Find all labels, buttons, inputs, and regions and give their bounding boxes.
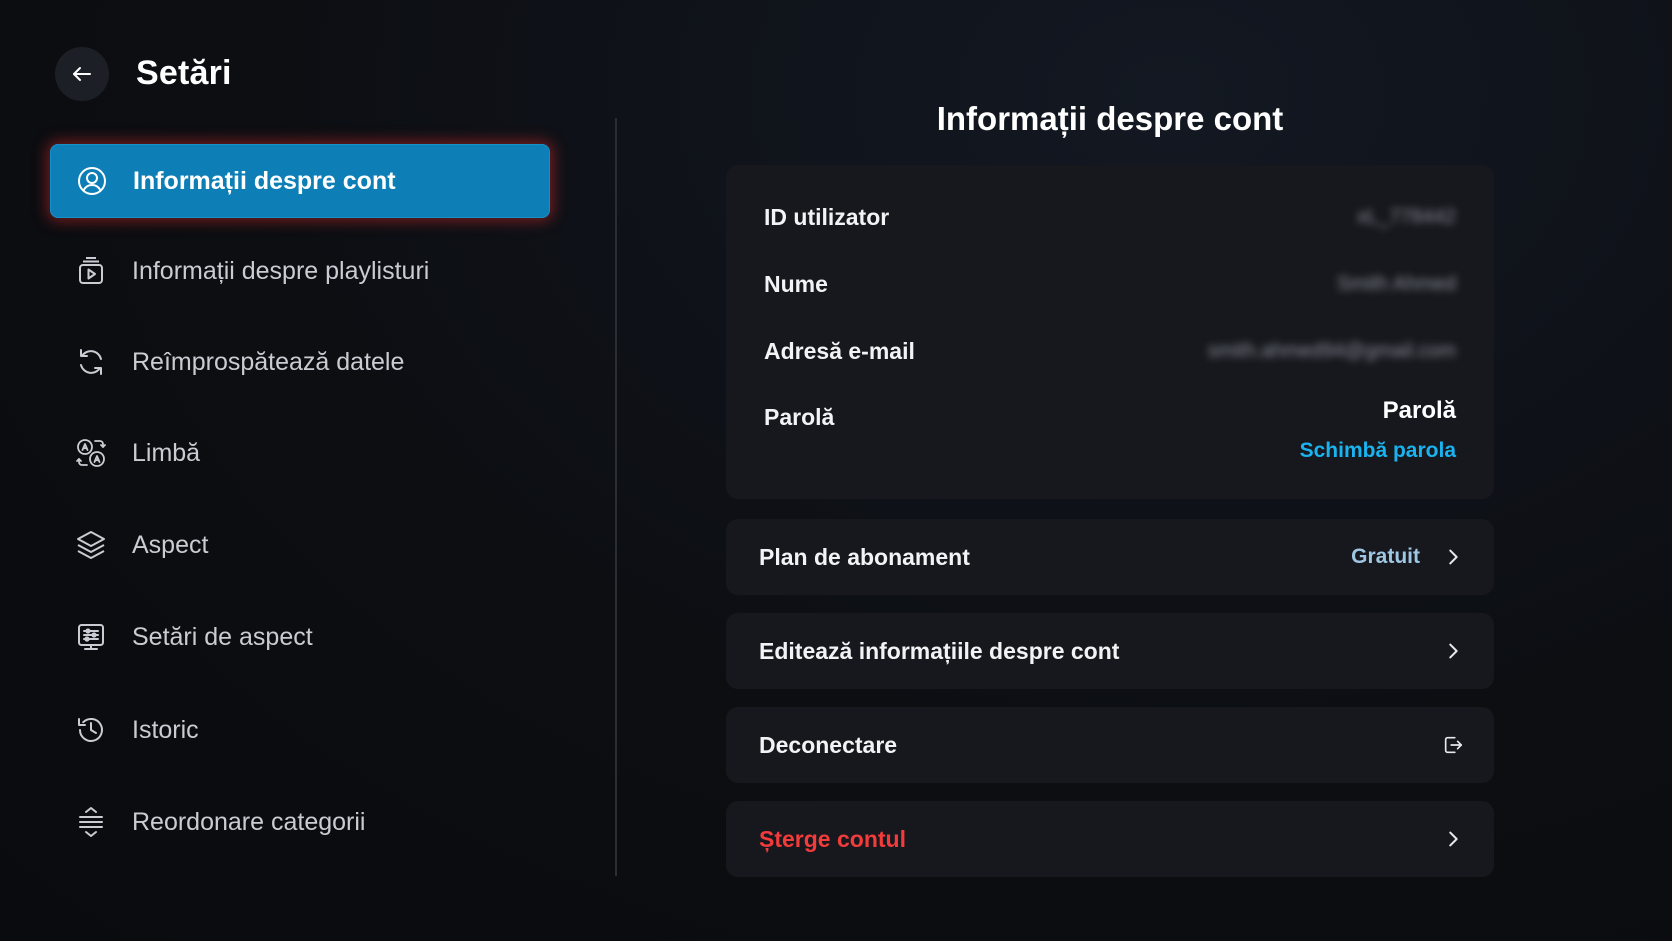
arrow-left-icon: [73, 67, 91, 81]
sidebar-item-appearance-settings[interactable]: Setări de aspect: [50, 600, 550, 674]
change-password-link[interactable]: Schimbă parola: [1300, 439, 1456, 463]
sidebar-item-label: Istoric: [132, 715, 199, 744]
chevron-right-icon: [1449, 549, 1458, 565]
translate-icon: [74, 436, 108, 470]
sidebar-item-label: Reîmprospătează datele: [132, 347, 405, 376]
subscription-plan-label: Plan de abonament: [759, 543, 970, 570]
panel-divider: [615, 118, 617, 876]
user-circle-icon: [75, 164, 109, 198]
back-button[interactable]: [55, 47, 109, 101]
refresh-icon: [74, 345, 108, 379]
email-label: Adresă e-mail: [764, 337, 915, 364]
edit-account-row[interactable]: Editează informațiile despre cont: [726, 613, 1494, 689]
logout-label: Deconectare: [759, 731, 898, 758]
chevron-right-icon: [1449, 643, 1458, 659]
chevron-right-icon: [1449, 831, 1458, 847]
sidebar-item-refresh-data[interactable]: Reîmprospătează datele: [50, 325, 550, 399]
delete-account-label: Șterge contul: [759, 825, 906, 852]
email-value: smith.ahmed94@gmail.com: [1207, 339, 1456, 362]
sidebar-item-language[interactable]: Limbă: [50, 416, 550, 490]
user-id-value: xL_778442: [1357, 205, 1456, 228]
delete-account-row[interactable]: Șterge contul: [726, 801, 1494, 877]
name-label: Nume: [764, 270, 828, 297]
account-info-card: ID utilizator xL_778442 Nume Smith Ahmed…: [726, 165, 1494, 499]
sidebar-item-label: Setări de aspect: [132, 622, 313, 651]
reorder-icon: [74, 805, 108, 839]
settings-screen: Setări Informații despre cont Informații…: [0, 0, 1672, 941]
user-id-label: ID utilizator: [764, 203, 890, 230]
history-icon: [74, 713, 108, 747]
layers-icon: [74, 528, 108, 562]
email-row: Adresă e-mail smith.ahmed94@gmail.com: [764, 331, 1456, 371]
page-title: Setări: [136, 54, 232, 92]
playlist-icon: [74, 254, 108, 288]
sidebar-item-reorder-categories[interactable]: Reordonare categorii: [50, 785, 550, 859]
password-row: Parolă: [764, 397, 834, 437]
sidebar-item-label: Reordonare categorii: [132, 807, 366, 836]
password-value-group: Parolă Schimbă parola: [1300, 397, 1456, 463]
sidebar-item-label: Informații despre cont: [133, 166, 396, 195]
logout-icon: [1444, 736, 1463, 754]
sidebar-item-label: Aspect: [132, 530, 209, 559]
password-label: Parolă: [764, 403, 835, 430]
sidebar-item-account-info[interactable]: Informații despre cont: [50, 144, 550, 218]
name-row: Nume Smith Ahmed: [764, 264, 1456, 304]
sidebar-item-label: Limbă: [132, 438, 201, 467]
logout-row[interactable]: Deconectare: [726, 707, 1494, 783]
sidebar-item-history[interactable]: Istoric: [50, 693, 550, 767]
section-title: Informații despre cont: [936, 100, 1284, 137]
sidebar-item-playlist-info[interactable]: Informații despre playlisturi: [50, 234, 550, 308]
subscription-plan-value: Gratuit: [1351, 545, 1420, 568]
edit-account-label: Editează informațiile despre cont: [759, 637, 1120, 664]
password-value: Parolă: [1382, 397, 1456, 424]
user-id-row: ID utilizator xL_778442: [764, 197, 1456, 237]
sidebar-item-label: Informații despre playlisturi: [132, 256, 430, 285]
subscription-plan-row[interactable]: Plan de abonament Gratuit: [726, 519, 1494, 595]
name-value: Smith Ahmed: [1337, 272, 1456, 295]
display-settings-icon: [74, 620, 108, 654]
sidebar-item-appearance[interactable]: Aspect: [50, 508, 550, 582]
